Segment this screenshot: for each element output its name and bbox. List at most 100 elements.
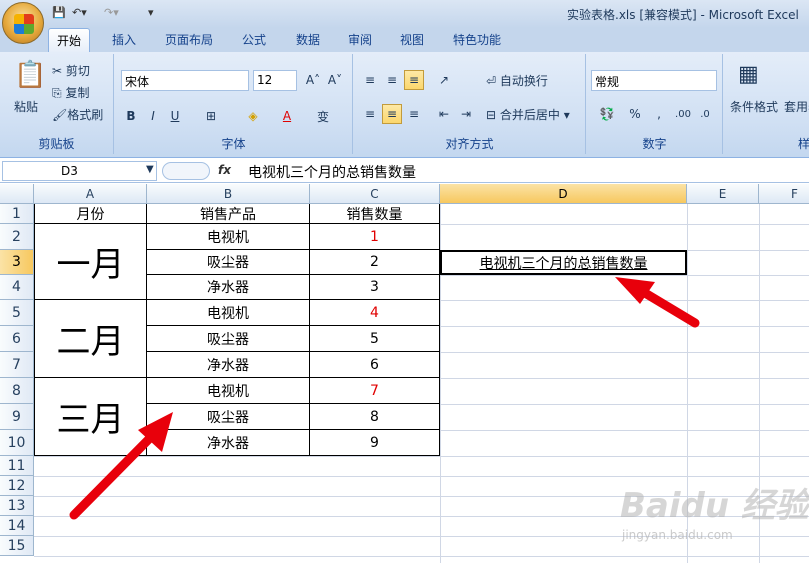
orientation-icon[interactable]: ↗ — [434, 70, 454, 90]
row-header-5[interactable]: 5 — [0, 300, 34, 326]
quantity-cell[interactable]: 4 — [310, 300, 440, 326]
merge-center-button[interactable]: ⊟ 合并后居中 ▾ — [486, 106, 570, 123]
month-cell-feb[interactable]: 二月 — [34, 300, 147, 378]
tab-review[interactable]: 审阅 — [348, 31, 372, 48]
tab-view[interactable]: 视图 — [400, 31, 424, 48]
redo-icon[interactable]: ↷▾ — [104, 6, 119, 19]
row-header-9[interactable]: 9 — [0, 404, 34, 430]
formula-expand-icon[interactable] — [162, 162, 210, 180]
shrink-font-icon[interactable]: A˅ — [325, 70, 345, 90]
conditional-format-button[interactable]: 条件格式 — [730, 98, 778, 115]
header-quantity[interactable]: 销售数量 — [310, 204, 440, 224]
row-header-12[interactable]: 12 — [0, 476, 34, 496]
quantity-cell[interactable]: 9 — [310, 430, 440, 456]
fill-color-icon[interactable]: ◈ — [243, 106, 263, 126]
product-cell[interactable]: 电视机 — [147, 224, 310, 250]
format-as-table-button[interactable]: 套用表格 — [784, 98, 809, 115]
column-header-a[interactable]: A — [34, 184, 147, 204]
quantity-cell[interactable]: 7 — [310, 378, 440, 404]
grow-font-icon[interactable]: A˄ — [303, 70, 323, 90]
paste-icon[interactable]: 📋 — [14, 60, 46, 90]
formula-input[interactable]: 电视机三个月的总销售数量 — [248, 162, 416, 182]
decrease-decimal-icon[interactable]: .0 — [695, 104, 715, 124]
currency-icon[interactable]: 💱 — [593, 104, 621, 124]
column-header-f[interactable]: F — [759, 184, 809, 204]
align-middle-icon[interactable]: ≡ — [382, 70, 402, 90]
wrap-text-button[interactable]: ⏎ 自动换行 — [486, 72, 548, 89]
product-cell[interactable]: 净水器 — [147, 430, 310, 456]
product-cell[interactable]: 净水器 — [147, 275, 310, 300]
align-bottom-icon[interactable]: ≡ — [404, 70, 424, 90]
italic-button[interactable]: I — [143, 106, 163, 126]
name-box-dropdown-icon[interactable]: ▼ — [146, 164, 154, 175]
product-cell[interactable]: 电视机 — [147, 378, 310, 404]
tab-data[interactable]: 数据 — [296, 31, 320, 48]
row-header-3[interactable]: 3 — [0, 250, 34, 275]
column-header-b[interactable]: B — [147, 184, 310, 204]
tab-insert[interactable]: 插入 — [112, 31, 136, 48]
underline-button[interactable]: U — [165, 106, 185, 126]
increase-indent-icon[interactable]: ⇥ — [456, 104, 476, 124]
product-cell[interactable]: 吸尘器 — [147, 326, 310, 352]
row-header-6[interactable]: 6 — [0, 326, 34, 352]
row-header-8[interactable]: 8 — [0, 378, 34, 404]
product-cell[interactable]: 电视机 — [147, 300, 310, 326]
number-format-select[interactable]: 常规 — [591, 70, 717, 91]
align-top-icon[interactable]: ≡ — [360, 70, 380, 90]
phonetic-icon[interactable]: 变 — [313, 106, 333, 126]
quantity-cell[interactable]: 8 — [310, 404, 440, 430]
header-month[interactable]: 月份 — [34, 204, 147, 224]
row-header-4[interactable]: 4 — [0, 275, 34, 300]
row-header-14[interactable]: 14 — [0, 516, 34, 536]
tab-home[interactable]: 开始 — [48, 28, 91, 52]
decrease-indent-icon[interactable]: ⇤ — [434, 104, 454, 124]
bold-button[interactable]: B — [121, 106, 141, 126]
column-header-c[interactable]: C — [310, 184, 440, 204]
tab-formulas[interactable]: 公式 — [242, 31, 266, 48]
quantity-cell[interactable]: 2 — [310, 250, 440, 275]
name-box[interactable]: D3 — [2, 161, 157, 181]
row-header-7[interactable]: 7 — [0, 352, 34, 378]
font-color-icon[interactable]: A — [277, 106, 297, 126]
undo-icon[interactable]: ↶▾ — [72, 6, 87, 19]
percent-button[interactable]: % — [625, 104, 645, 124]
row-header-10[interactable]: 10 — [0, 430, 34, 456]
copy-button[interactable]: ⎘ 复制 — [52, 84, 89, 101]
quantity-cell[interactable]: 5 — [310, 326, 440, 352]
font-size-select[interactable]: 12 — [253, 70, 297, 91]
quantity-cell[interactable]: 3 — [310, 275, 440, 300]
row-header-11[interactable]: 11 — [0, 456, 34, 476]
font-name-select[interactable]: 宋体 — [121, 70, 249, 91]
align-right-icon[interactable]: ≡ — [404, 104, 424, 124]
cut-button[interactable]: ✂ 剪切 — [52, 62, 90, 79]
month-cell-mar[interactable]: 三月 — [34, 378, 147, 456]
row-header-15[interactable]: 15 — [0, 536, 34, 556]
save-icon[interactable]: 💾 — [52, 6, 66, 19]
column-header-e[interactable]: E — [687, 184, 759, 204]
month-cell-jan[interactable]: 一月 — [34, 224, 147, 300]
align-center-icon[interactable]: ≡ — [382, 104, 402, 124]
comma-button[interactable]: , — [649, 104, 669, 124]
format-painter-button[interactable]: 🖌格式刷 — [52, 106, 103, 123]
quantity-cell[interactable]: 6 — [310, 352, 440, 378]
qat-customize-icon[interactable]: ▾ — [148, 6, 154, 19]
paste-button[interactable]: 粘贴 — [14, 98, 38, 115]
product-cell[interactable]: 吸尘器 — [147, 250, 310, 275]
row-header-13[interactable]: 13 — [0, 496, 34, 516]
selected-cell-d3[interactable]: 电视机三个月的总销售数量 — [440, 250, 687, 275]
tab-page-layout[interactable]: 页面布局 — [165, 31, 213, 48]
select-all-corner[interactable] — [0, 184, 34, 204]
row-header-1[interactable]: 1 — [0, 204, 34, 224]
conditional-format-icon[interactable]: ▦ — [738, 62, 759, 87]
product-cell[interactable]: 净水器 — [147, 352, 310, 378]
column-header-d[interactable]: D — [440, 184, 687, 204]
quantity-cell[interactable]: 1 — [310, 224, 440, 250]
insert-function-button[interactable]: fx — [218, 163, 231, 177]
header-product[interactable]: 销售产品 — [147, 204, 310, 224]
increase-decimal-icon[interactable]: .00 — [673, 104, 693, 124]
product-cell[interactable]: 吸尘器 — [147, 404, 310, 430]
align-left-icon[interactable]: ≡ — [360, 104, 380, 124]
office-button[interactable] — [2, 2, 44, 44]
tab-special[interactable]: 特色功能 — [453, 31, 501, 48]
row-header-2[interactable]: 2 — [0, 224, 34, 250]
